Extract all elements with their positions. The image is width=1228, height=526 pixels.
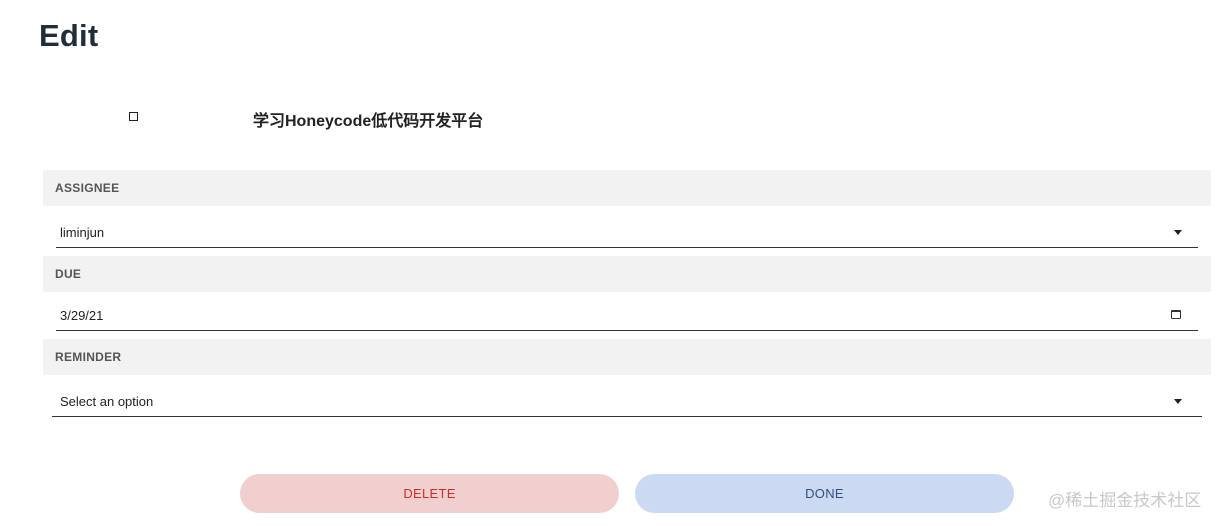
assignee-label: ASSIGNEE — [55, 181, 120, 195]
due-header: DUE — [43, 256, 1211, 292]
assignee-value: liminjun — [60, 225, 105, 240]
reminder-placeholder: Select an option — [60, 394, 154, 409]
delete-button[interactable]: DELETE — [240, 474, 619, 513]
chevron-down-icon — [1174, 399, 1182, 404]
assignee-header: ASSIGNEE — [43, 170, 1211, 206]
task-name: 学习Honeycode低代码开发平台 — [253, 113, 484, 130]
page-title: Edit — [39, 18, 99, 53]
assignee-select[interactable]: liminjun — [56, 218, 1198, 248]
watermark-text: @稀土掘金技术社区 — [1048, 491, 1202, 510]
done-button[interactable]: DONE — [635, 474, 1014, 513]
chevron-down-icon — [1174, 230, 1182, 235]
task-row: 学习Honeycode低代码开发平台 — [0, 100, 1228, 134]
due-label: DUE — [55, 267, 82, 281]
reminder-header: REMINDER — [43, 339, 1211, 375]
reminder-label: REMINDER — [55, 350, 122, 364]
due-date-value: 3/29/21 — [60, 308, 104, 323]
calendar-icon[interactable] — [1171, 310, 1181, 319]
task-complete-checkbox[interactable] — [129, 112, 138, 121]
reminder-select[interactable]: Select an option — [52, 387, 1202, 417]
edit-page: Edit 学习Honeycode低代码开发平台 ASSIGNEE liminju… — [0, 0, 1228, 526]
due-date-field[interactable]: 3/29/21 — [56, 301, 1198, 331]
